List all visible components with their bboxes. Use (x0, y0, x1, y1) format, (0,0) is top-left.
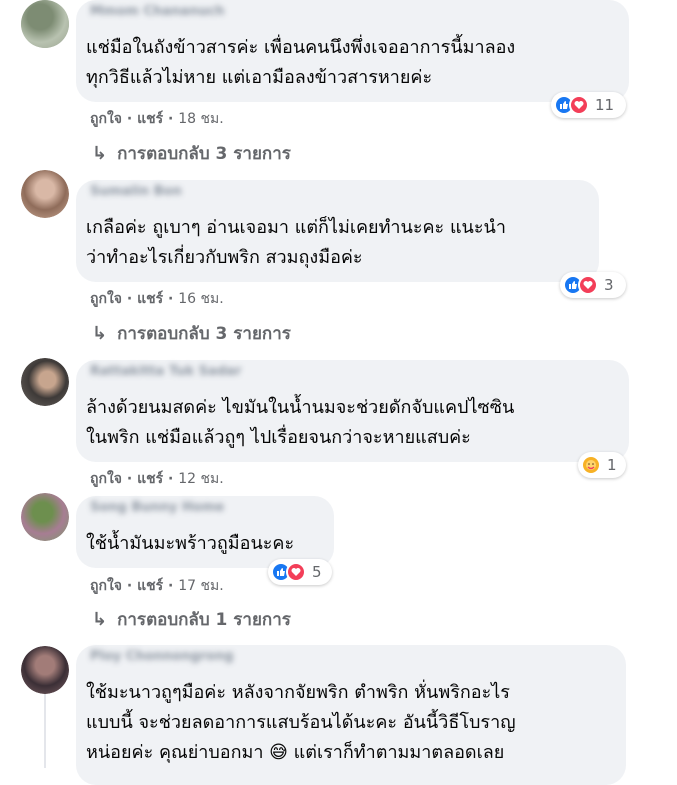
comment-text: เกลือค่ะ ถูเบาๆ อ่านเจอมา แต่ก็ไม่เคยทำน… (86, 217, 506, 268)
view-replies[interactable]: ↳ การตอบกลับ 1 รายการ (92, 606, 291, 633)
comment-time[interactable]: 12 ชม. (178, 471, 223, 487)
comment-author[interactable]: Ploy Chonnongrong (90, 648, 234, 666)
comment-actions: ถูกใจ · แชร์ · 18 ชม. (90, 111, 224, 127)
share-link[interactable]: แชร์ (137, 111, 163, 127)
comment-actions: ถูกใจ · แชร์ · 12 ชม. (90, 471, 224, 487)
comment-bubble: Sumalin Bon เกลือค่ะ ถูเบาๆ อ่านเจอมา แต… (76, 180, 599, 282)
like-link[interactable]: ถูกใจ (90, 291, 122, 307)
share-link[interactable]: แชร์ (137, 471, 163, 487)
love-icon (578, 275, 598, 295)
comment-time[interactable]: 18 ชม. (178, 111, 223, 127)
love-icon (569, 95, 589, 115)
comment-actions: ถูกใจ · แชร์ · 16 ชม. (90, 291, 224, 307)
reaction-count: 1 (607, 456, 617, 474)
reaction-summary[interactable]: 1 (578, 452, 626, 478)
comment-text: แช่มือในถังข้าวสารค่ะ เพื่อนคนนึงพึ่งเจอ… (86, 37, 516, 88)
comment-actions: ถูกใจ · แชร์ · 17 ชม. (90, 578, 224, 594)
avatar[interactable] (21, 170, 69, 218)
comment-text: ล้างด้วยนมสดค่ะ ไขมันในน้ำนมจะช่วยดักจับ… (86, 397, 515, 448)
share-link[interactable]: แชร์ (137, 578, 163, 594)
reaction-summary[interactable]: 3 (560, 272, 626, 298)
comment-author[interactable]: Sumalin Bon (90, 183, 182, 201)
reaction-count: 5 (312, 563, 322, 581)
care-icon (581, 455, 601, 475)
avatar[interactable] (21, 646, 69, 694)
replies-label: การตอบกลับ 3 รายการ (117, 144, 291, 164)
reply-arrow-icon: ↳ (92, 609, 108, 630)
comment-author[interactable]: Song Bunny Home (90, 499, 224, 517)
comment-bubble: Rattakitta Tuk Sadar ล้างด้วยนมสดค่ะ ไขม… (76, 360, 629, 462)
comment-time[interactable]: 17 ชม. (178, 578, 223, 594)
avatar[interactable] (21, 358, 69, 406)
love-icon (286, 562, 306, 582)
reply-arrow-icon: ↳ (92, 143, 108, 164)
comment-bubble: Ploy Chonnongrong ใช้มะนาวถูๆมือค่ะ หลัง… (76, 645, 626, 785)
like-link[interactable]: ถูกใจ (90, 111, 122, 127)
reply-arrow-icon: ↳ (92, 323, 108, 344)
avatar[interactable] (21, 493, 69, 541)
view-replies[interactable]: ↳ การตอบกลับ 3 รายการ (92, 320, 291, 347)
comment-author[interactable]: Mmom Chananuch (90, 3, 225, 21)
replies-label: การตอบกลับ 1 รายการ (117, 610, 291, 630)
reaction-summary[interactable]: 11 (551, 92, 626, 118)
replies-label: การตอบกลับ 3 รายการ (117, 324, 291, 344)
reaction-count: 11 (595, 96, 615, 114)
like-link[interactable]: ถูกใจ (90, 471, 122, 487)
thread-line (44, 690, 46, 768)
share-link[interactable]: แชร์ (137, 291, 163, 307)
like-link[interactable]: ถูกใจ (90, 578, 122, 594)
reaction-count: 3 (604, 276, 614, 294)
view-replies[interactable]: ↳ การตอบกลับ 3 รายการ (92, 140, 291, 167)
comment-text: ใช้มะนาวถูๆมือค่ะ หลังจากจัยพริก ตำพริก … (86, 682, 516, 763)
comment-bubble: Song Bunny Home ใช้น้ำมันมะพร้าวถูมือนะค… (76, 496, 334, 568)
comment-bubble: Mmom Chananuch แช่มือในถังข้าวสารค่ะ เพื… (76, 0, 629, 102)
comment-text: ใช้น้ำมันมะพร้าวถูมือนะคะ (86, 533, 295, 554)
comment-author[interactable]: Rattakitta Tuk Sadar (90, 363, 241, 381)
comment-time[interactable]: 16 ชม. (178, 291, 223, 307)
reaction-summary[interactable]: 5 (268, 559, 332, 585)
avatar[interactable] (21, 0, 69, 48)
